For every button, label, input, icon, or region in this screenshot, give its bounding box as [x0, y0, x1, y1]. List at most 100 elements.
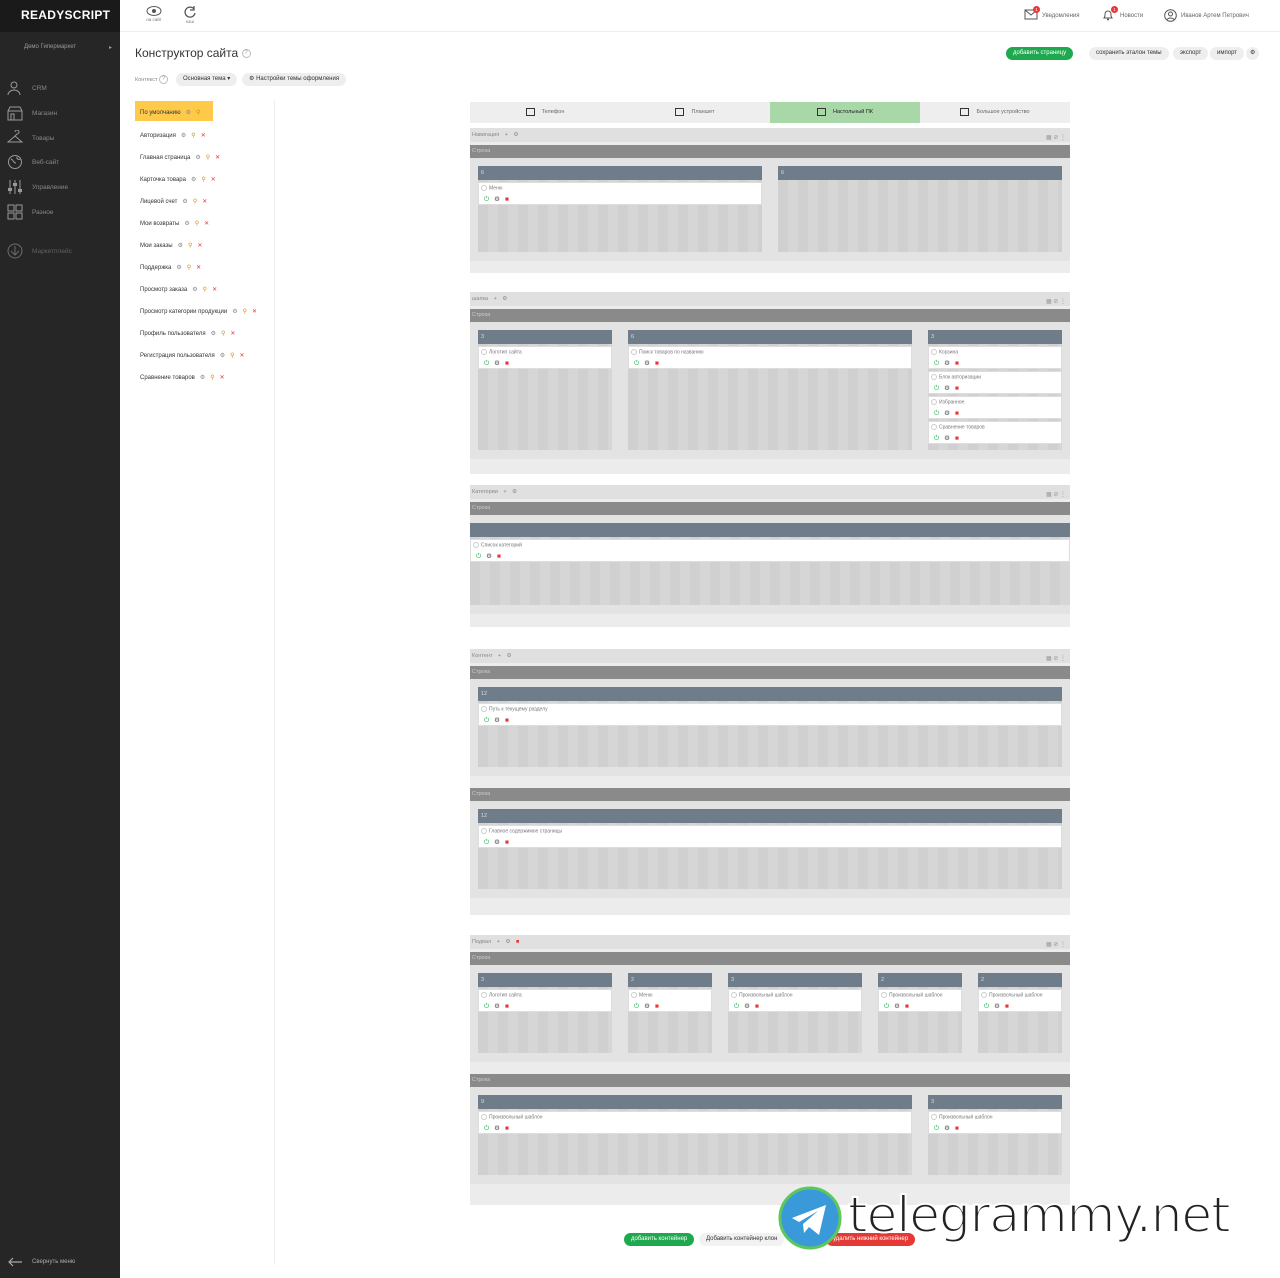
- hide-icon[interactable]: ⊘: [1053, 299, 1058, 305]
- tools-button[interactable]: ⚙: [1246, 47, 1260, 60]
- drag-handle-icon[interactable]: ⋮: [1060, 299, 1066, 305]
- trash-icon[interactable]: ■: [1005, 1003, 1009, 1010]
- power-icon[interactable]: ⏻: [934, 360, 939, 367]
- grid-toggle-icon[interactable]: ▦: [1046, 135, 1052, 141]
- search-icon[interactable]: ⚲: [195, 221, 199, 227]
- search-icon[interactable]: ⚲: [203, 287, 207, 293]
- gear-icon[interactable]: ⚙: [744, 1003, 750, 1010]
- column-header[interactable]: 6: [478, 166, 762, 180]
- power-icon[interactable]: ⏻: [634, 1003, 639, 1010]
- search-icon[interactable]: ⚲: [221, 331, 225, 337]
- close-icon[interactable]: ✕: [196, 265, 201, 271]
- gear-icon[interactable]: ⚙: [195, 155, 200, 161]
- help-icon[interactable]: [731, 992, 737, 998]
- trash-icon[interactable]: ■: [905, 1003, 909, 1010]
- gear-icon[interactable]: ⚙: [506, 939, 511, 945]
- trash-icon[interactable]: ■: [505, 360, 509, 367]
- gear-icon[interactable]: ⚙: [184, 221, 189, 227]
- help-icon[interactable]: [481, 349, 487, 355]
- page-item[interactable]: Просмотр заказа ⚙ ⚲ ✕: [135, 278, 217, 298]
- trash-icon[interactable]: ■: [955, 385, 959, 392]
- close-icon[interactable]: ✕: [220, 375, 225, 381]
- page-item[interactable]: Просмотр категории продукции ⚙ ⚲ ✕: [135, 300, 257, 320]
- search-icon[interactable]: ⚲: [206, 155, 210, 161]
- gear-icon[interactable]: ⚙: [192, 287, 197, 293]
- gear-icon[interactable]: ⚙: [486, 553, 492, 560]
- power-icon[interactable]: ⏻: [984, 1003, 989, 1010]
- search-icon[interactable]: ⚲: [196, 110, 200, 116]
- module-block[interactable]: Избранное ⏻ ⚙ ■: [928, 396, 1062, 419]
- close-icon[interactable]: ✕: [197, 243, 202, 249]
- hide-icon[interactable]: ⊘: [1053, 135, 1058, 141]
- column-header[interactable]: 2: [628, 973, 712, 987]
- power-icon[interactable]: ⏻: [934, 435, 939, 442]
- page-item[interactable]: Поддержка ⚙ ⚲ ✕: [135, 256, 201, 276]
- module-block[interactable]: Произвольный шаблон ⏻ ⚙ ■: [978, 989, 1062, 1012]
- power-icon[interactable]: ⏻: [934, 1125, 939, 1132]
- trash-icon[interactable]: ■: [655, 360, 659, 367]
- gear-icon[interactable]: ⚙: [494, 1003, 500, 1010]
- help-icon[interactable]: ?: [159, 75, 169, 84]
- cache-button[interactable]: кэш: [180, 5, 200, 24]
- gear-icon[interactable]: ⚙: [944, 410, 950, 417]
- module-block[interactable]: Логотип сайта ⏻ ⚙ ■: [478, 989, 612, 1012]
- power-icon[interactable]: ⏻: [484, 1003, 489, 1010]
- column-header[interactable]: 9: [478, 1095, 912, 1109]
- trash-icon[interactable]: ■: [955, 435, 959, 442]
- power-icon[interactable]: ⏻: [884, 1003, 889, 1010]
- trash-icon[interactable]: ■: [955, 360, 959, 367]
- module-block[interactable]: Список категорий ⏻ ⚙ ■: [470, 539, 1070, 562]
- help-icon[interactable]: [631, 992, 637, 998]
- drag-handle-icon[interactable]: ⋮: [1060, 135, 1066, 141]
- add-clone-container-button[interactable]: Добавить контейнер клон: [699, 1233, 785, 1246]
- hide-icon[interactable]: ⊘: [1053, 492, 1058, 498]
- column-header[interactable]: 2: [878, 973, 962, 987]
- help-icon[interactable]: [481, 1114, 487, 1120]
- drag-handle-icon[interactable]: ⋮: [1060, 656, 1066, 662]
- search-icon[interactable]: ⚲: [230, 353, 234, 359]
- module-block[interactable]: Блок авторизации ⏻ ⚙ ■: [928, 371, 1062, 394]
- grid-toggle-icon[interactable]: ▦: [1046, 942, 1052, 948]
- help-icon[interactable]: [931, 349, 937, 355]
- module-block[interactable]: Поиск товаров по названию ⏻ ⚙ ■: [628, 346, 912, 369]
- gear-icon[interactable]: ⚙: [494, 360, 500, 367]
- gear-icon[interactable]: ⚙: [494, 196, 500, 203]
- search-icon[interactable]: ⚲: [243, 309, 247, 315]
- page-item[interactable]: По умолчанию ⚙ ⚲: [135, 101, 213, 121]
- add-container-button[interactable]: добавить контейнер: [624, 1233, 695, 1246]
- module-block[interactable]: Логотип сайта ⏻ ⚙ ■: [478, 346, 612, 369]
- logo[interactable]: READYSCRIPT: [0, 0, 120, 32]
- close-icon[interactable]: ✕: [211, 177, 216, 183]
- hide-icon[interactable]: ⊘: [1053, 656, 1058, 662]
- sidebar-item-6[interactable]: Маркетплейс: [7, 243, 117, 259]
- column-header[interactable]: 3: [928, 1095, 1062, 1109]
- trash-icon[interactable]: ■: [505, 1003, 509, 1010]
- module-block[interactable]: Корзина ⏻ ⚙ ■: [928, 346, 1062, 369]
- gear-icon[interactable]: ⚙: [513, 132, 518, 138]
- close-icon[interactable]: ✕: [212, 287, 217, 293]
- grid-toggle-icon[interactable]: ▦: [1046, 492, 1052, 498]
- column-header[interactable]: 3: [478, 330, 612, 344]
- gear-icon[interactable]: ⚙: [178, 243, 183, 249]
- gear-icon[interactable]: ⚙: [944, 360, 950, 367]
- save-reference-button[interactable]: сохранить эталон темы: [1089, 47, 1169, 60]
- sidebar-item-0[interactable]: CRM: [7, 80, 117, 96]
- trash-icon[interactable]: ■: [755, 1003, 759, 1010]
- module-block[interactable]: Меню ⏻ ⚙ ■: [628, 989, 712, 1012]
- power-icon[interactable]: ⏻: [484, 360, 489, 367]
- help-icon[interactable]: [481, 992, 487, 998]
- trash-icon[interactable]: ■: [655, 1003, 659, 1010]
- close-icon[interactable]: ✕: [215, 155, 220, 161]
- export-button[interactable]: экспорт: [1173, 47, 1209, 60]
- module-block[interactable]: Произвольный шаблон ⏻ ⚙ ■: [728, 989, 862, 1012]
- gear-icon[interactable]: ⚙: [211, 331, 216, 337]
- sidebar-item-5[interactable]: Разное: [7, 204, 117, 220]
- help-icon[interactable]: [931, 1114, 937, 1120]
- module-block[interactable]: Главное содержимое страницы ⏻ ⚙ ■: [478, 825, 1062, 848]
- drag-handle-icon[interactable]: ⋮: [1060, 942, 1066, 948]
- trash-icon[interactable]: ■: [505, 717, 509, 724]
- help-icon[interactable]: [931, 424, 937, 430]
- gear-icon[interactable]: ⚙: [944, 1125, 950, 1132]
- trash-icon[interactable]: ■: [505, 1125, 509, 1132]
- help-icon[interactable]: [881, 992, 887, 998]
